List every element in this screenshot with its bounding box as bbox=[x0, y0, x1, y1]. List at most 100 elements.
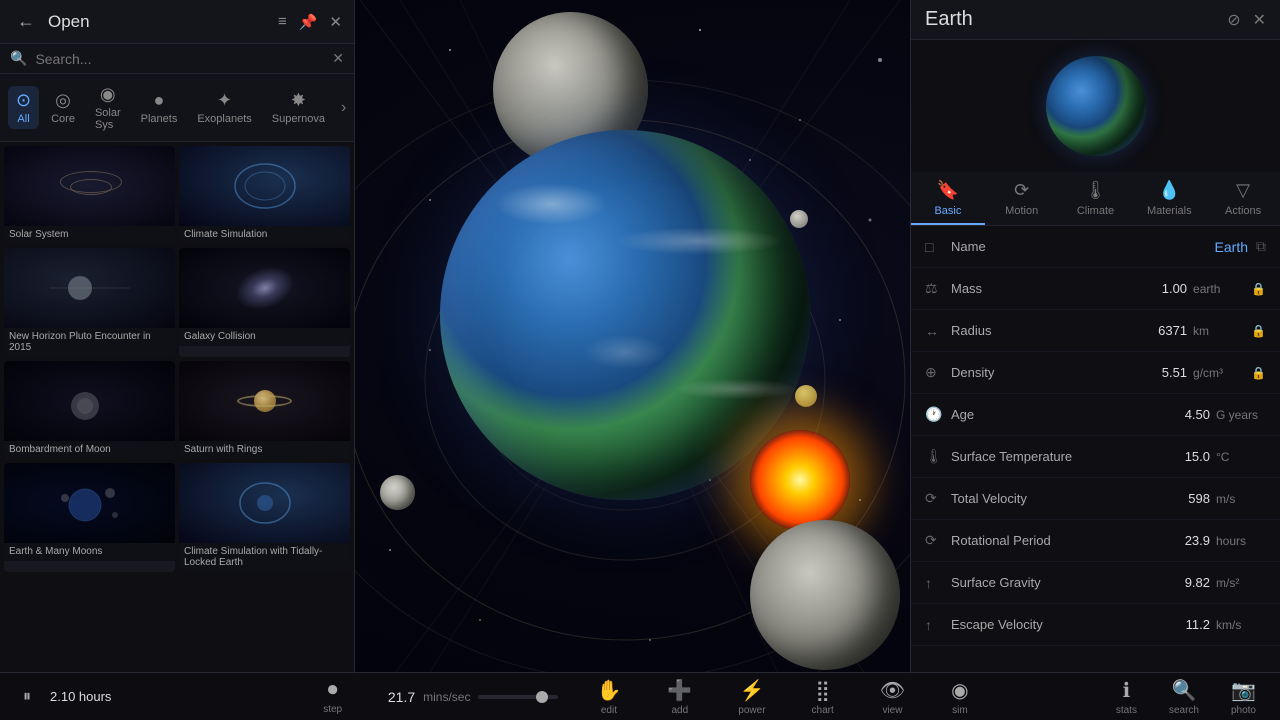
thumb-label-saturn: Saturn with Rings bbox=[179, 441, 350, 459]
tab-materials[interactable]: 💧 Materials bbox=[1132, 172, 1206, 225]
cat-tab-exoplanets[interactable]: ✦ Exoplanets bbox=[189, 86, 259, 129]
edit-icon: ✋ bbox=[596, 678, 621, 703]
chart-button[interactable]: ⣿ chart bbox=[804, 676, 842, 718]
search-clear-icon[interactable]: ✕ bbox=[332, 50, 344, 67]
escape-prop-icon: ↑ bbox=[925, 617, 943, 633]
prop-density: ⊕ Density 5.51 g/cm³ 🔒 bbox=[911, 352, 1280, 394]
right-hide-icon[interactable]: ⊘ bbox=[1227, 10, 1240, 30]
back-button[interactable]: ← bbox=[12, 8, 40, 36]
prop-rotation-text: Rotational Period bbox=[951, 533, 1051, 548]
prop-velocity-text: Total Velocity bbox=[951, 491, 1027, 506]
cat-label-solar: Solar Sys bbox=[95, 107, 121, 131]
mass-lock-icon[interactable]: 🔒 bbox=[1251, 282, 1266, 296]
prop-rotation-value: 23.9 bbox=[1085, 533, 1210, 548]
tab-actions[interactable]: ▽ Actions bbox=[1206, 172, 1280, 225]
thumb-label-solar-system: Solar System bbox=[4, 226, 175, 244]
step-label: step bbox=[323, 704, 342, 715]
power-button[interactable]: ⚡ power bbox=[730, 676, 773, 718]
cat-tab-solar[interactable]: ◉ Solar Sys bbox=[87, 80, 129, 135]
tab-basic[interactable]: 🔖 Basic bbox=[911, 172, 985, 225]
gravity-prop-icon: ↑ bbox=[925, 575, 943, 591]
thumb-saturn[interactable]: Saturn with Rings bbox=[179, 361, 350, 459]
thumb-row-1: Solar System Climate Simulation bbox=[4, 146, 350, 244]
prop-density-text: Density bbox=[951, 365, 994, 380]
radius-lock-icon[interactable]: 🔒 bbox=[1251, 324, 1266, 338]
play-pause-button[interactable]: ⏸ bbox=[12, 682, 42, 712]
cat-label-core: Core bbox=[51, 113, 75, 125]
thumb-moon-bomb[interactable]: Bombardment of Moon bbox=[4, 361, 175, 459]
thumb-earth-moons[interactable]: Earth & Many Moons bbox=[4, 463, 175, 572]
thumb-pluto[interactable]: New Horizon Pluto Encounter in 2015 bbox=[4, 248, 175, 357]
rotation-prop-icon: ⟳ bbox=[925, 532, 943, 549]
cat-tab-core[interactable]: ◎ Core bbox=[43, 86, 83, 129]
climate-tab-icon: 🌡 bbox=[1084, 180, 1107, 201]
name-copy-icon[interactable]: ⧉ bbox=[1256, 238, 1266, 255]
thumb-solar-system[interactable]: Solar System bbox=[4, 146, 175, 244]
stats-button[interactable]: ℹ stats bbox=[1108, 676, 1145, 718]
pin-icon[interactable]: 📌 bbox=[299, 13, 318, 31]
velocity-prop-icon: ⟳ bbox=[925, 490, 943, 507]
prop-surface-temp-value: 15.0 bbox=[1085, 449, 1210, 464]
prop-radius-value: 6371 bbox=[1085, 323, 1187, 338]
search-input[interactable] bbox=[35, 51, 332, 67]
prop-radius-text: Radius bbox=[951, 323, 991, 338]
right-panel-title: Earth bbox=[925, 8, 973, 31]
step-button[interactable]: ⏺ step bbox=[315, 677, 350, 717]
star-explosion bbox=[750, 430, 850, 530]
categories-arrow-icon[interactable]: › bbox=[341, 99, 346, 117]
basic-tab-label: Basic bbox=[934, 205, 961, 217]
prop-gravity-value: 9.82 bbox=[1085, 575, 1210, 590]
thumb-climate[interactable]: Climate Simulation bbox=[179, 146, 350, 244]
prop-name-label: □ Name bbox=[925, 239, 1085, 255]
view-button[interactable]: 👁 view bbox=[872, 676, 913, 718]
bottom-toolbar: ⏸ 2.10 hours ⏺ step 21.7 mins/sec ✋ edit… bbox=[0, 672, 1280, 720]
add-icon: ➕ bbox=[667, 678, 692, 703]
prop-surface-gravity: ↑ Surface Gravity 9.82 m/s² bbox=[911, 562, 1280, 604]
thumb-climate2[interactable]: Climate Simulation with Tidally-Locked E… bbox=[179, 463, 350, 572]
thumb-row-3: Bombardment of Moon Saturn with Rings bbox=[4, 361, 350, 459]
power-icon: ⚡ bbox=[739, 678, 764, 703]
search-button[interactable]: 🔍 search bbox=[1161, 676, 1207, 718]
cat-label-supernova: Supernova bbox=[272, 113, 325, 125]
earth-planet[interactable] bbox=[440, 130, 810, 500]
basic-tab-icon: 🔖 bbox=[937, 180, 959, 201]
cat-tab-all[interactable]: ⊙ All bbox=[8, 86, 39, 129]
add-button[interactable]: ➕ add bbox=[659, 676, 700, 718]
thumb-label-climate: Climate Simulation bbox=[179, 226, 350, 244]
photo-button[interactable]: 📷 photo bbox=[1223, 676, 1264, 718]
thumb-img-solar-system bbox=[4, 146, 175, 226]
prop-surface-temp-text: Surface Temperature bbox=[951, 449, 1072, 464]
tab-motion[interactable]: ⟳ Motion bbox=[985, 172, 1059, 225]
sim-button[interactable]: ◉ sim bbox=[943, 676, 976, 718]
power-label: power bbox=[738, 705, 765, 716]
list-icon[interactable]: ≡ bbox=[278, 13, 287, 31]
time-display: 2.10 hours bbox=[50, 689, 111, 704]
cat-tab-supernova[interactable]: ✸ Supernova bbox=[264, 86, 333, 129]
prop-surface-temp-label: 🌡 Surface Temperature bbox=[925, 448, 1085, 465]
moon-bomb-decoration bbox=[50, 371, 130, 431]
properties-list: □ Name Earth ⧉ ⚖ Mass 1.00 earth 🔒 ↔ Rad… bbox=[911, 226, 1280, 720]
chart-icon: ⣿ bbox=[815, 678, 830, 703]
materials-tab-label: Materials bbox=[1147, 205, 1192, 217]
edit-button[interactable]: ✋ edit bbox=[588, 676, 629, 718]
speed-slider-thumb bbox=[536, 691, 548, 703]
prop-density-unit: g/cm³ bbox=[1193, 366, 1243, 380]
tab-climate[interactable]: 🌡 Climate bbox=[1059, 172, 1133, 225]
prop-rotation-unit: hours bbox=[1216, 534, 1266, 548]
prop-radius-unit: km bbox=[1193, 324, 1243, 338]
density-lock-icon[interactable]: 🔒 bbox=[1251, 366, 1266, 380]
panel-close-icon[interactable]: ✕ bbox=[329, 13, 342, 31]
prop-radius: ↔ Radius 6371 km 🔒 bbox=[911, 310, 1280, 352]
speed-slider[interactable] bbox=[478, 695, 558, 699]
photo-label: photo bbox=[1231, 705, 1256, 716]
panel-header-icons: ≡ 📌 ✕ bbox=[278, 13, 342, 31]
thumb-label-galaxy: Galaxy Collision bbox=[179, 328, 350, 346]
stats-label: stats bbox=[1116, 705, 1137, 716]
right-close-icon[interactable]: ✕ bbox=[1253, 10, 1266, 30]
thumb-img-climate bbox=[179, 146, 350, 226]
cat-tab-planets[interactable]: ● Planets bbox=[133, 86, 186, 129]
step-icon: ⏺ bbox=[328, 679, 338, 702]
thumb-galaxy[interactable]: Galaxy Collision bbox=[179, 248, 350, 357]
prop-age-text: Age bbox=[951, 407, 974, 422]
galaxy-spiral-decoration bbox=[229, 259, 299, 317]
